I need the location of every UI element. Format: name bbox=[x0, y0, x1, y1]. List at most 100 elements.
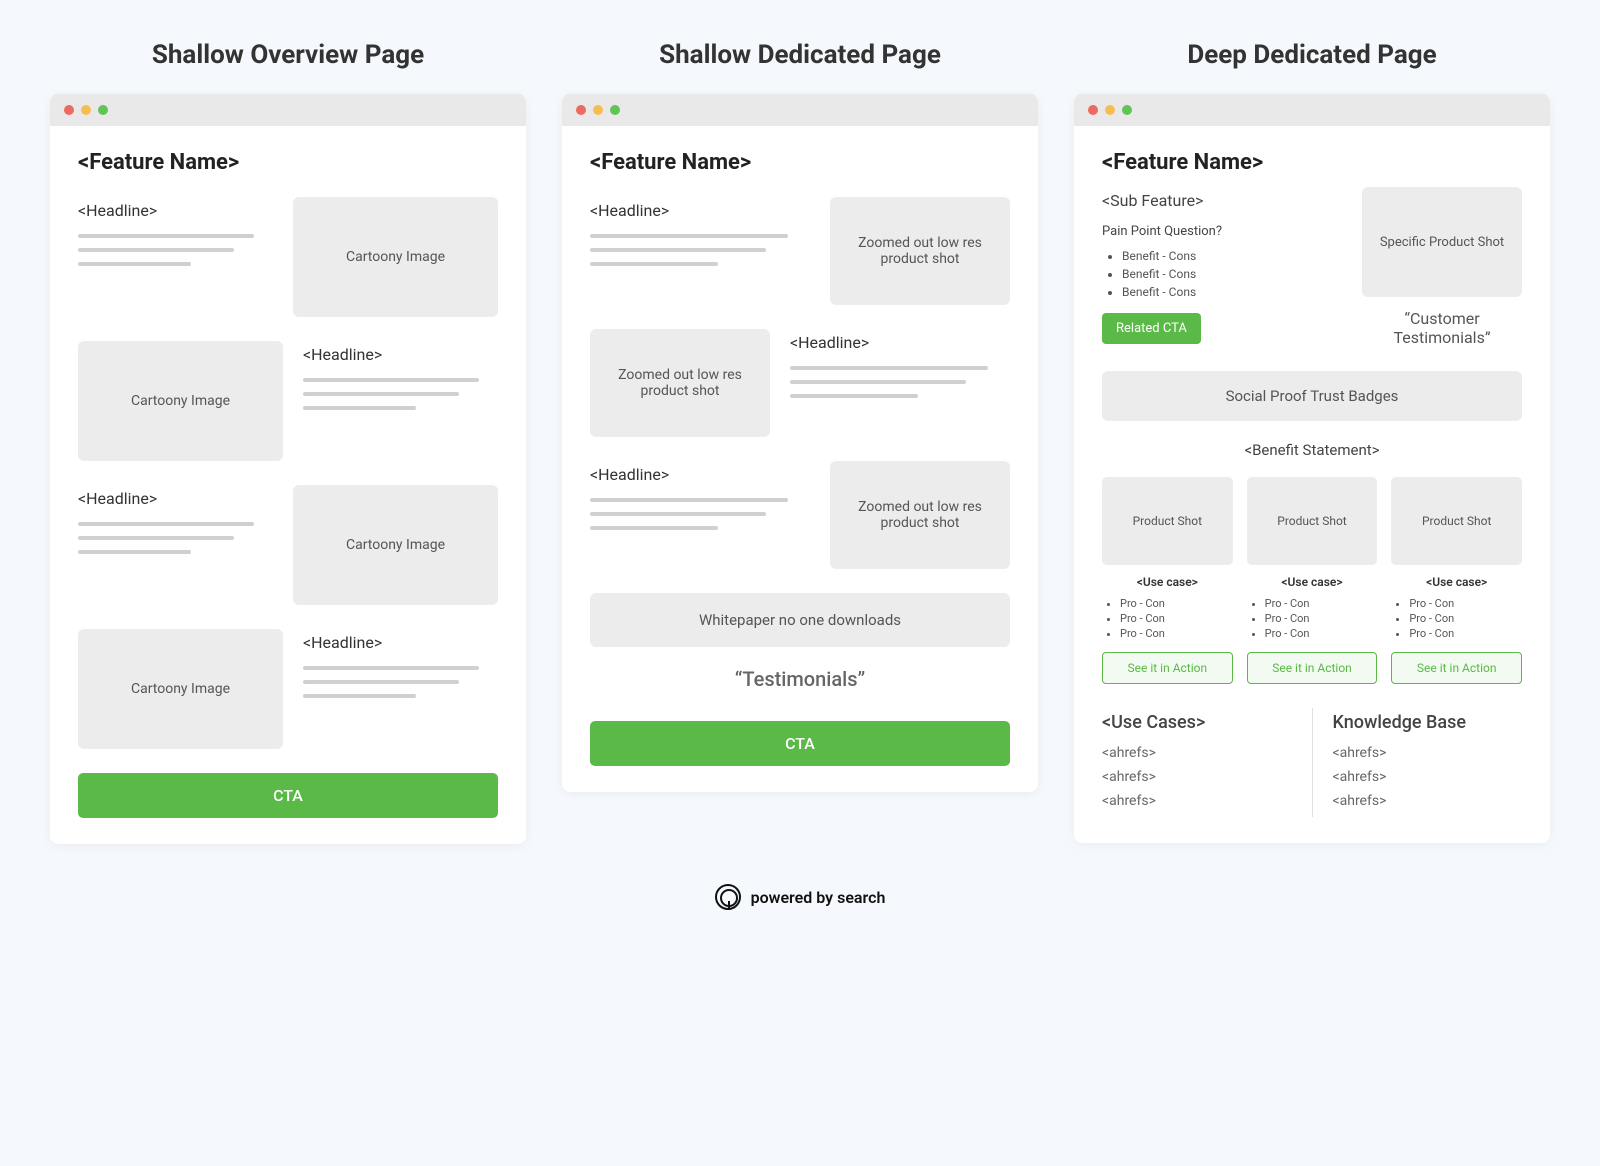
window-toolbar bbox=[562, 94, 1038, 126]
ahrefs-link[interactable]: <ahrefs> bbox=[1102, 745, 1292, 761]
usecase-label: <Use case> bbox=[1391, 575, 1522, 589]
see-it-button[interactable]: See it in Action bbox=[1247, 652, 1378, 684]
product-card: Product Shot <Use case> Pro - Con Pro - … bbox=[1391, 477, 1522, 684]
sub-feature: <Sub Feature> bbox=[1102, 191, 1338, 210]
text-line bbox=[78, 550, 191, 554]
headline: <Headline> bbox=[590, 201, 810, 220]
text-line bbox=[590, 234, 788, 238]
text-line bbox=[590, 498, 788, 502]
procon-item: Pro - Con bbox=[1265, 612, 1378, 625]
content-row: <Headline> Cartoony Image bbox=[78, 341, 498, 461]
close-icon bbox=[576, 105, 586, 115]
page-body: <Feature Name> <Headline> Zoomed out low… bbox=[562, 126, 1038, 792]
text-line bbox=[78, 536, 234, 540]
testimonials-label: “Testimonials” bbox=[590, 667, 1010, 691]
benefit-item: Benefit - Cons bbox=[1122, 267, 1338, 281]
text-line bbox=[590, 512, 766, 516]
text-line bbox=[790, 380, 966, 384]
column-title: Shallow Overview Page bbox=[50, 40, 526, 70]
text-line bbox=[78, 248, 234, 252]
image-placeholder: Zoomed out low res product shot bbox=[830, 197, 1010, 305]
cta-button[interactable]: CTA bbox=[78, 773, 498, 818]
image-placeholder: Cartoony Image bbox=[293, 485, 498, 605]
headline: <Headline> bbox=[590, 465, 810, 484]
text-block: <Headline> bbox=[303, 341, 498, 420]
product-cards: Product Shot <Use case> Pro - Con Pro - … bbox=[1102, 477, 1522, 684]
content-row: <Headline> Cartoony Image bbox=[78, 485, 498, 605]
maximize-icon bbox=[610, 105, 620, 115]
knowledgebase-column: Knowledge Base <ahrefs> <ahrefs> <ahrefs… bbox=[1333, 708, 1523, 817]
product-card: Product Shot <Use case> Pro - Con Pro - … bbox=[1102, 477, 1233, 684]
hero-row: <Sub Feature> Pain Point Question? Benef… bbox=[1102, 187, 1522, 347]
image-placeholder: Cartoony Image bbox=[78, 629, 283, 749]
maximize-icon bbox=[1122, 105, 1132, 115]
text-line bbox=[303, 680, 459, 684]
ahrefs-link[interactable]: <ahrefs> bbox=[1333, 793, 1523, 809]
text-block: <Headline> bbox=[78, 485, 273, 564]
customer-testimonials: “Customer Testimonials” bbox=[1362, 309, 1522, 347]
ahrefs-link[interactable]: <ahrefs> bbox=[1333, 745, 1523, 761]
product-shot: Product Shot bbox=[1102, 477, 1233, 565]
text-line bbox=[303, 694, 416, 698]
browser-mockup: <Feature Name> <Headline> Zoomed out low… bbox=[562, 94, 1038, 792]
maximize-icon bbox=[98, 105, 108, 115]
procon-item: Pro - Con bbox=[1409, 597, 1522, 610]
image-placeholder: Zoomed out low res product shot bbox=[830, 461, 1010, 569]
procon-item: Pro - Con bbox=[1265, 597, 1378, 610]
procon-item: Pro - Con bbox=[1409, 627, 1522, 640]
benefit-item: Benefit - Cons bbox=[1122, 285, 1338, 299]
ahrefs-link[interactable]: <ahrefs> bbox=[1102, 793, 1292, 809]
procon-item: Pro - Con bbox=[1265, 627, 1378, 640]
ahrefs-link[interactable]: <ahrefs> bbox=[1333, 769, 1523, 785]
usecases-title: <Use Cases> bbox=[1102, 712, 1292, 733]
procon-item: Pro - Con bbox=[1120, 627, 1233, 640]
text-block: <Headline> bbox=[303, 629, 498, 708]
see-it-button[interactable]: See it in Action bbox=[1102, 652, 1233, 684]
content-row: <Headline> Cartoony Image bbox=[78, 629, 498, 749]
content-row: <Headline> Cartoony Image bbox=[78, 197, 498, 317]
minimize-icon bbox=[593, 105, 603, 115]
text-line bbox=[78, 234, 254, 238]
headline: <Headline> bbox=[303, 345, 498, 364]
text-block: <Sub Feature> Pain Point Question? Benef… bbox=[1102, 187, 1338, 344]
browser-mockup: <Feature Name> <Sub Feature> Pain Point … bbox=[1074, 94, 1550, 843]
column-shallow-dedicated: Shallow Dedicated Page <Feature Name> <H… bbox=[562, 40, 1038, 844]
benefit-item: Benefit - Cons bbox=[1122, 249, 1338, 263]
footer: powered by search bbox=[50, 884, 1550, 910]
text-line bbox=[790, 366, 988, 370]
usecases-column: <Use Cases> <ahrefs> <ahrefs> <ahrefs> bbox=[1102, 708, 1313, 817]
benefit-list: Benefit - Cons Benefit - Cons Benefit - … bbox=[1102, 249, 1338, 299]
benefit-statement: <Benefit Statement> bbox=[1102, 441, 1522, 459]
usecase-label: <Use case> bbox=[1102, 575, 1233, 589]
pain-point: Pain Point Question? bbox=[1102, 224, 1338, 239]
cta-button[interactable]: CTA bbox=[590, 721, 1010, 766]
see-it-button[interactable]: See it in Action bbox=[1391, 652, 1522, 684]
text-line bbox=[303, 378, 479, 382]
bottom-columns: <Use Cases> <ahrefs> <ahrefs> <ahrefs> K… bbox=[1102, 708, 1522, 817]
page-body: <Feature Name> <Sub Feature> Pain Point … bbox=[1074, 126, 1550, 843]
text-line bbox=[78, 522, 254, 526]
content-row: <Headline> Zoomed out low res product sh… bbox=[590, 461, 1010, 569]
column-title: Shallow Dedicated Page bbox=[562, 40, 1038, 70]
feature-name: <Feature Name> bbox=[590, 150, 1010, 175]
text-block: <Headline> bbox=[790, 329, 1010, 408]
window-toolbar bbox=[1074, 94, 1550, 126]
text-block: <Headline> bbox=[78, 197, 273, 276]
related-cta-button[interactable]: Related CTA bbox=[1102, 313, 1201, 344]
feature-name: <Feature Name> bbox=[78, 150, 498, 175]
text-line bbox=[590, 262, 718, 266]
procon-item: Pro - Con bbox=[1409, 612, 1522, 625]
trust-badges-banner: Social Proof Trust Badges bbox=[1102, 371, 1522, 421]
close-icon bbox=[1088, 105, 1098, 115]
ahrefs-link[interactable]: <ahrefs> bbox=[1102, 769, 1292, 785]
procon-item: Pro - Con bbox=[1120, 597, 1233, 610]
product-shot: Product Shot bbox=[1247, 477, 1378, 565]
minimize-icon bbox=[81, 105, 91, 115]
column-shallow-overview: Shallow Overview Page <Feature Name> <He… bbox=[50, 40, 526, 844]
content-row: <Headline> Zoomed out low res product sh… bbox=[590, 329, 1010, 437]
text-line bbox=[590, 526, 718, 530]
text-line bbox=[790, 394, 918, 398]
content-row: <Headline> Zoomed out low res product sh… bbox=[590, 197, 1010, 305]
footer-text: powered by search bbox=[751, 888, 886, 907]
product-shot: Product Shot bbox=[1391, 477, 1522, 565]
